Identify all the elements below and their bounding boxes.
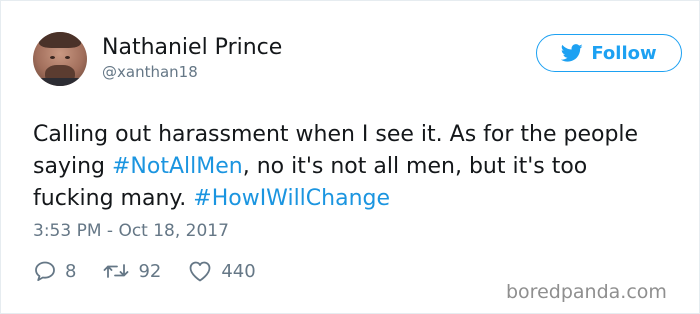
heart-icon (189, 261, 211, 282)
avatar[interactable] (33, 32, 87, 86)
follow-label: Follow (591, 42, 657, 64)
user-name[interactable]: Nathaniel Prince (102, 35, 282, 60)
reply-count: 8 (65, 260, 77, 282)
avatar-shirt (33, 78, 87, 86)
tweet-timestamp[interactable]: 3:53 PM - Oct 18, 2017 (33, 221, 229, 241)
hashtag-notallmen[interactable]: #NotAllMen (112, 154, 243, 179)
tweet-text: Calling out harassment when I see it. As… (33, 119, 673, 215)
tweet-card: Nathaniel Prince @xanthan18 Follow Calli… (0, 0, 700, 314)
reply-icon (35, 261, 55, 281)
retweet-button[interactable]: 92 (102, 259, 161, 283)
hashtag-howiwillchange[interactable]: #HowIWillChange (193, 186, 390, 211)
avatar-hair (39, 32, 81, 48)
tweet-actions: 8 92 440 (33, 259, 282, 283)
avatar-eye (65, 56, 70, 59)
twitter-bird-icon (561, 44, 583, 62)
reply-button[interactable]: 8 (33, 259, 76, 283)
like-button[interactable]: 440 (187, 259, 256, 283)
watermark: boredpanda.com (506, 281, 667, 303)
avatar-eye (50, 56, 55, 59)
retweet-count: 92 (138, 260, 162, 282)
retweet-icon (104, 264, 129, 278)
follow-button[interactable]: Follow (536, 34, 682, 72)
like-count: 440 (221, 260, 256, 282)
user-handle[interactable]: @xanthan18 (102, 63, 198, 81)
